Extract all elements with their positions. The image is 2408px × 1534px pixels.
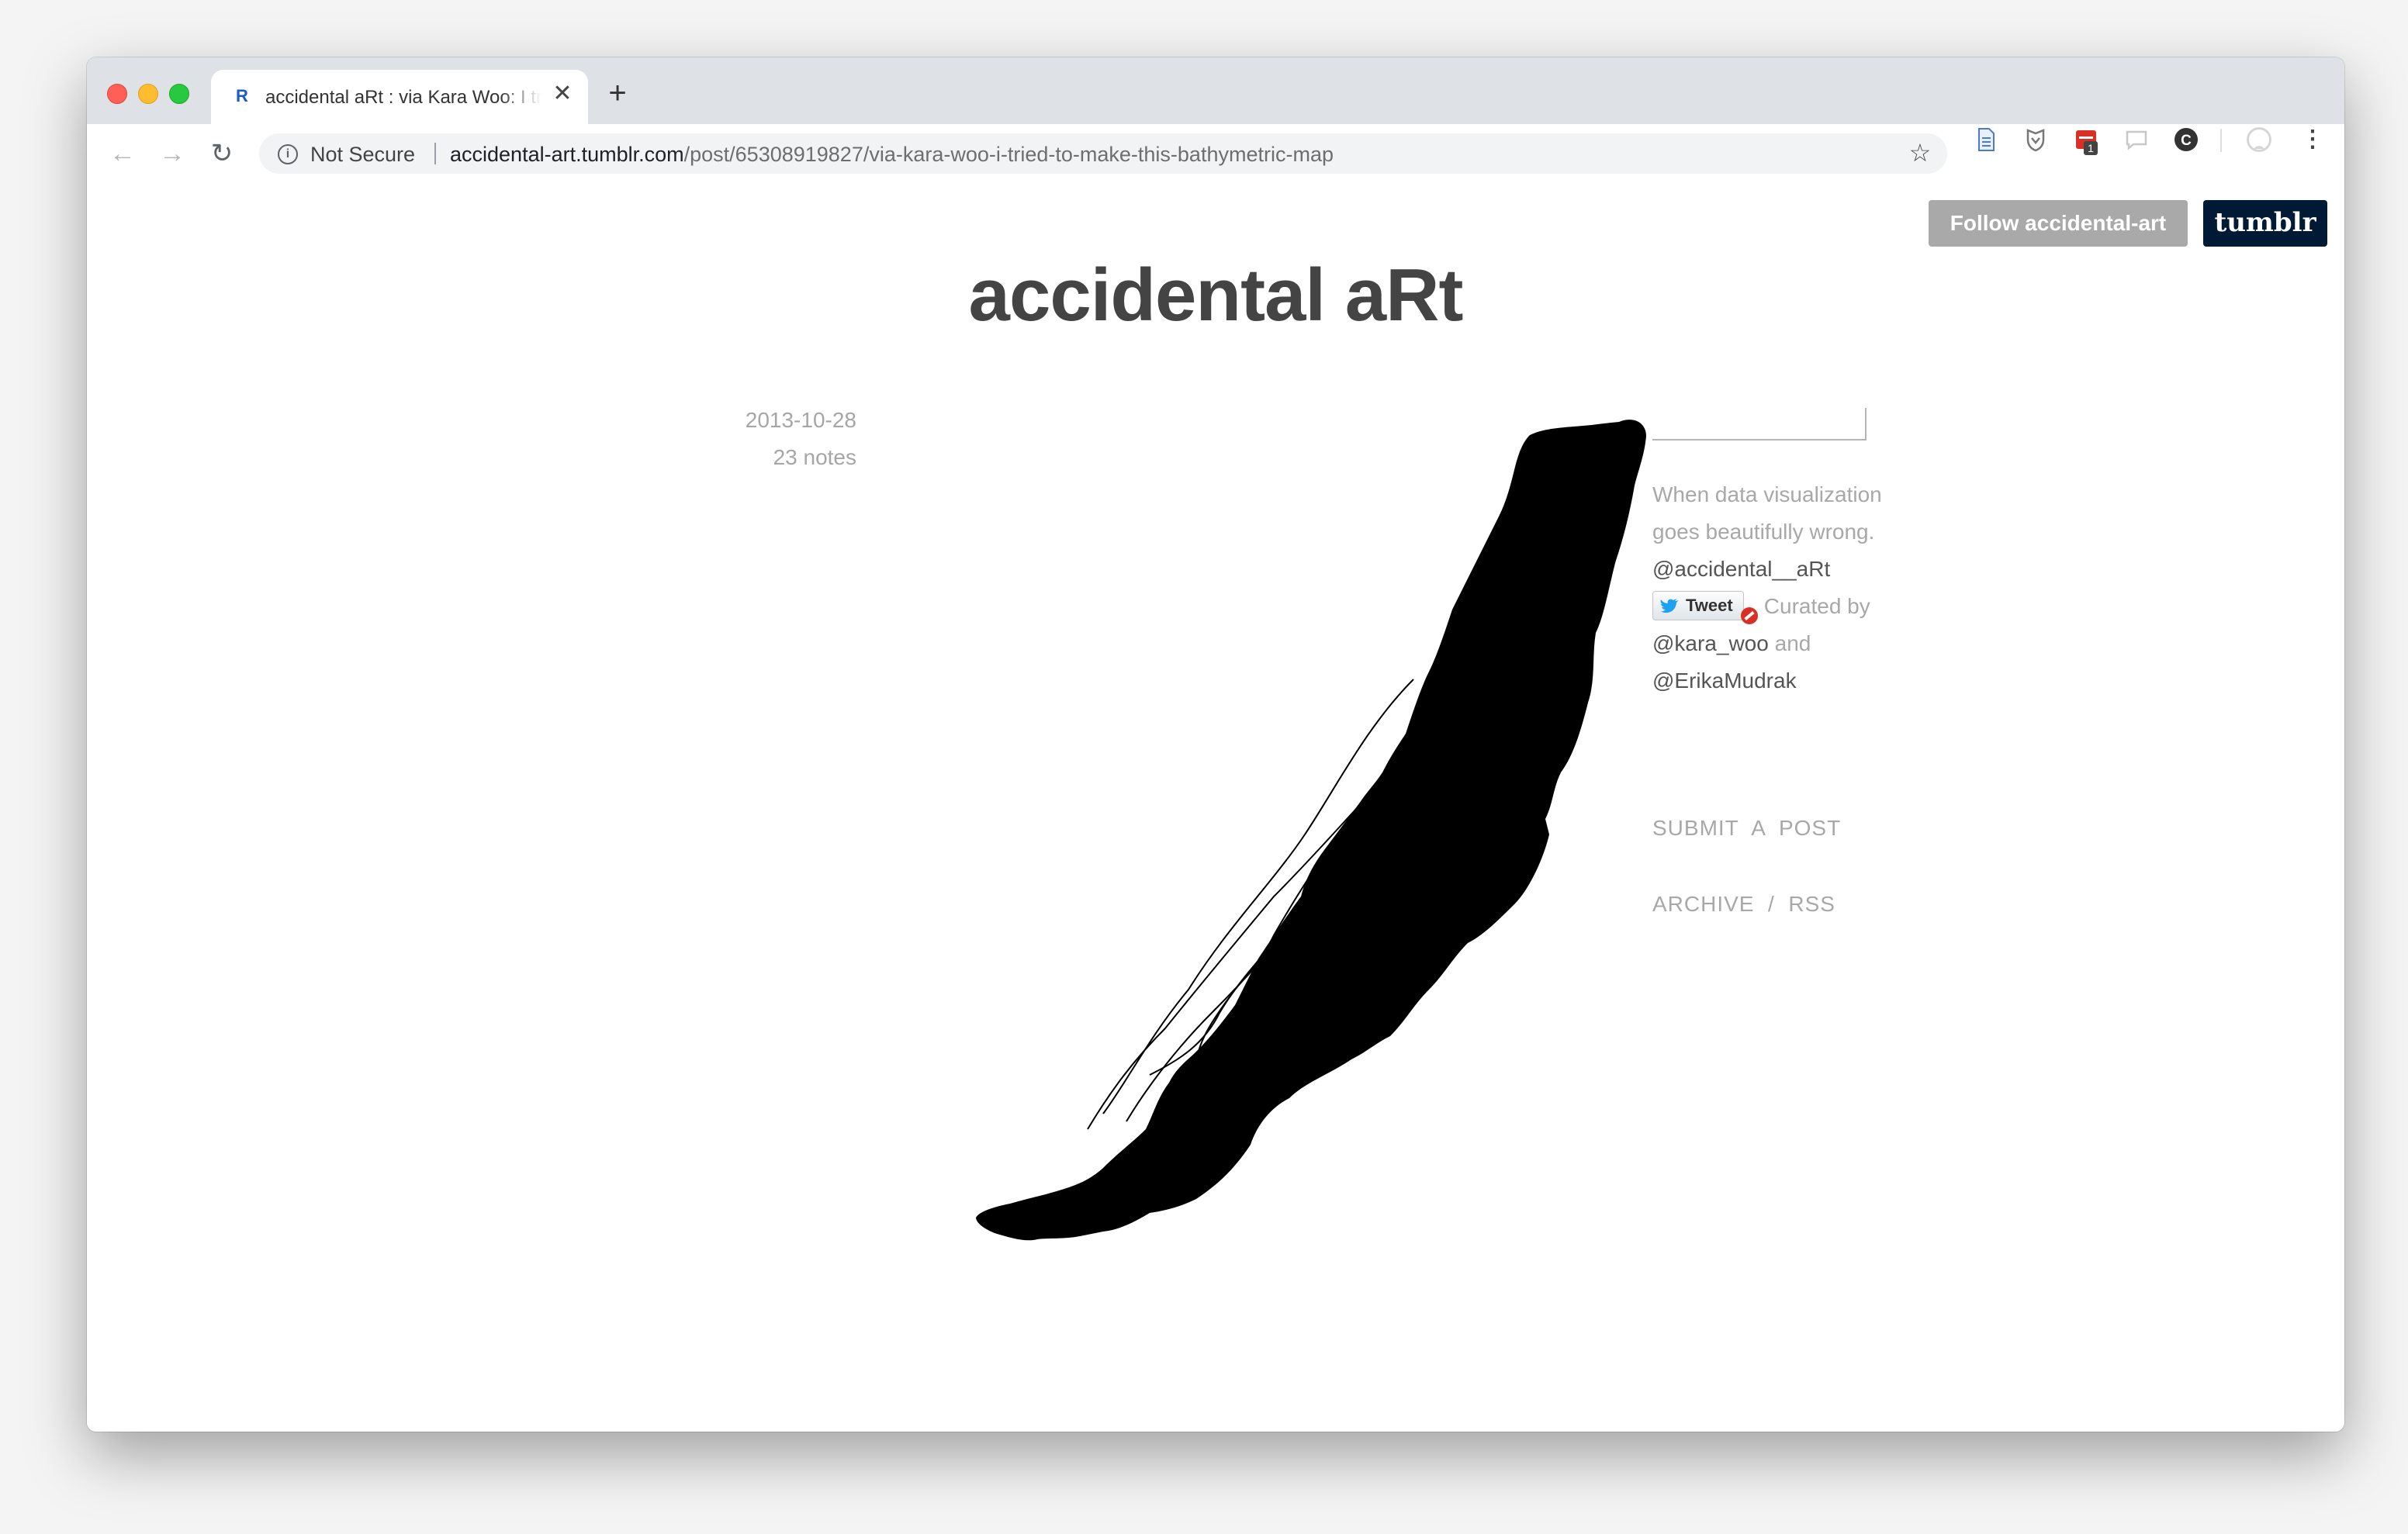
twitter-handle-link[interactable]: @accidental__aRt — [1652, 557, 1830, 581]
back-icon[interactable]: ← — [106, 136, 140, 171]
map-lake-shape — [976, 420, 1646, 1241]
address-bar[interactable]: i Not Secure accidental-art.tumblr.com/p… — [259, 133, 1947, 174]
rss-link[interactable]: RSS — [1788, 892, 1835, 916]
forward-icon[interactable]: → — [155, 136, 189, 171]
nav-separator: / — [1768, 892, 1775, 916]
tab-close-icon[interactable]: ✕ — [551, 82, 574, 105]
c-circle-icon[interactable]: C — [2172, 126, 2200, 154]
tumblr-logo-button[interactable]: tumblr — [2203, 200, 2327, 247]
curated-by-text: Curated by — [1763, 594, 1870, 618]
tweet-button[interactable]: Tweet — [1652, 590, 1744, 620]
chat-icon[interactable] — [2123, 126, 2150, 154]
blog-description: When data visualization goes beautifully… — [1652, 476, 1908, 700]
url-text[interactable]: accidental-art.tumblr.com/post/653089198… — [450, 143, 1334, 167]
description-text: When data visualization goes beautifully… — [1652, 482, 1882, 544]
bathymetric-map-image — [976, 420, 1646, 1241]
tab-active[interactable]: R accidental aRt : via Kara Woo: I tried… — [211, 70, 588, 124]
reload-icon[interactable]: ↻ — [205, 136, 239, 171]
twitter-bird-icon — [1660, 598, 1678, 613]
url-host: accidental-art.tumblr.com — [450, 143, 684, 166]
archive-rss-nav: ARCHIVE / RSS — [1652, 892, 1835, 917]
browser-window: R accidental aRt : via Kara Woo: I tried… — [87, 57, 2344, 1432]
menu-icon[interactable]: ⋮ — [2299, 126, 2326, 154]
search-input[interactable] — [1652, 408, 1867, 441]
tweet-label: Tweet — [1686, 595, 1733, 615]
zoom-window-button[interactable] — [169, 84, 189, 104]
follow-button[interactable]: Follow accidental-art — [1929, 200, 2188, 247]
info-icon[interactable]: i — [278, 144, 298, 164]
post-notes[interactable]: 23 notes — [630, 445, 856, 470]
page-content: Follow accidental-art tumblr accidental … — [87, 183, 2344, 1432]
bookmark-star-icon[interactable]: ☆ — [1907, 140, 1933, 166]
blog-title[interactable]: accidental aRt — [87, 253, 2344, 338]
calendar-icon[interactable]: 1 — [2073, 126, 2101, 155]
curator-erika-link[interactable]: @ErikaMudrak — [1652, 669, 1797, 693]
tab-strip: R accidental aRt : via Kara Woo: I tried… — [87, 57, 2344, 124]
document-icon[interactable] — [1972, 126, 2000, 154]
submit-post-link[interactable]: SUBMIT A POST — [1652, 816, 1841, 841]
blocked-icon — [1741, 606, 1758, 624]
favicon-icon: R — [236, 86, 248, 105]
svg-text:C: C — [2181, 133, 2192, 149]
minimize-window-button[interactable] — [138, 84, 158, 104]
security-label[interactable]: Not Secure — [310, 143, 415, 167]
url-path: /post/65308919827/via-kara-woo-i-tried-t… — [683, 143, 1334, 166]
profile-icon[interactable] — [2245, 126, 2273, 154]
curator-kara-link[interactable]: @kara_woo — [1652, 631, 1769, 655]
new-tab-button[interactable]: + — [602, 78, 633, 109]
omnibox-divider — [434, 143, 436, 164]
toolbar-divider — [2220, 129, 2222, 152]
extension-badge: 1 — [2084, 141, 2098, 155]
shield-icon[interactable] — [2022, 126, 2050, 154]
post-date[interactable]: 2013-10-28 — [630, 408, 856, 433]
close-window-button[interactable] — [107, 84, 127, 104]
tab-title: accidental aRt : via Kara Woo: I tried t… — [265, 87, 541, 108]
browser-toolbar: ← → ↻ i Not Secure accidental-art.tumblr… — [87, 124, 2344, 184]
and-text: and — [1774, 631, 1811, 655]
archive-link[interactable]: ARCHIVE — [1652, 892, 1754, 916]
